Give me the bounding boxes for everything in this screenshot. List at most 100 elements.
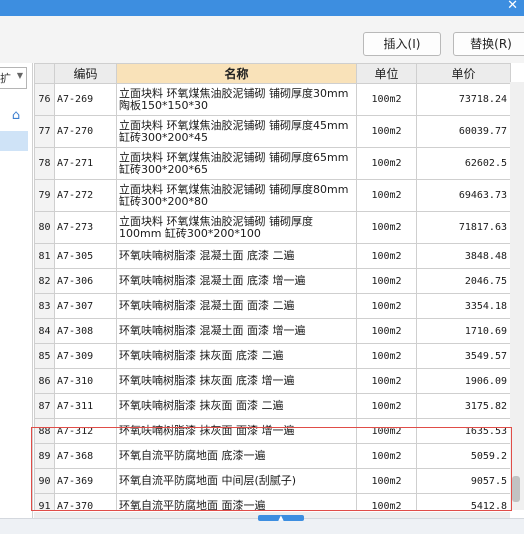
column-header-code[interactable]: 编码 — [54, 63, 117, 84]
insert-button[interactable]: 插入(I) — [363, 32, 441, 56]
row-code: A7-306 — [54, 268, 117, 294]
row-price: 5412.8 — [416, 493, 511, 510]
column-header-name[interactable]: 名称 — [116, 63, 357, 84]
table-row[interactable]: 84 A7-308 环氧呋喃树脂漆 混凝土面 面漆 增一遍 100m2 1710.69 — [34, 318, 511, 344]
row-code: A7-308 — [54, 318, 117, 344]
row-index: 91 — [34, 493, 55, 510]
row-price: 1906.09 — [416, 368, 511, 394]
table-row[interactable]: 91 A7-370 环氧自流平防腐地面 面漆一遍 100m2 5412.8 — [34, 493, 511, 510]
row-price: 71817.63 — [416, 211, 511, 244]
table-row[interactable]: 85 A7-309 环氧呋喃树脂漆 抹灰面 底漆 二遍 100m2 3549.57 — [34, 343, 511, 369]
row-name: 立面块料 环氧煤焦油胶泥铺砌 铺砌厚度80mm 缸砖300*200*80 — [116, 179, 357, 212]
row-code: A7-312 — [54, 418, 117, 444]
row-index: 89 — [34, 443, 55, 469]
row-code: A7-272 — [54, 179, 117, 212]
table-row[interactable]: 88 A7-312 环氧呋喃树脂漆 抹灰面 面漆 增一遍 100m2 1635.53 — [34, 418, 511, 444]
row-price: 69463.73 — [416, 179, 511, 212]
row-index: 84 — [34, 318, 55, 344]
table-row[interactable]: 83 A7-307 环氧呋喃树脂漆 混凝土面 面漆 二遍 100m2 3354.18 — [34, 293, 511, 319]
row-name: 环氧自流平防腐地面 底漆一遍 — [116, 443, 357, 469]
row-name: 环氧呋喃树脂漆 抹灰面 面漆 二遍 — [116, 393, 357, 419]
row-index: 86 — [34, 368, 55, 394]
row-name: 环氧呋喃树脂漆 混凝土面 面漆 增一遍 — [116, 318, 357, 344]
row-index: 87 — [34, 393, 55, 419]
row-unit: 100m2 — [356, 243, 417, 269]
row-name: 环氧呋喃树脂漆 抹灰面 底漆 二遍 — [116, 343, 357, 369]
row-code: A7-269 — [54, 83, 117, 116]
row-index: 81 — [34, 243, 55, 269]
scrollbar-thumb[interactable] — [512, 476, 520, 502]
column-header-index[interactable] — [34, 63, 55, 84]
row-unit: 100m2 — [356, 493, 417, 510]
row-name: 环氧呋喃树脂漆 抹灰面 底漆 增一遍 — [116, 368, 357, 394]
row-name: 环氧呋喃树脂漆 混凝土面 底漆 二遍 — [116, 243, 357, 269]
row-unit: 100m2 — [356, 318, 417, 344]
column-header-price[interactable]: 单价 — [416, 63, 511, 84]
row-price: 3354.18 — [416, 293, 511, 319]
row-index: 83 — [34, 293, 55, 319]
row-unit: 100m2 — [356, 115, 417, 148]
row-unit: 100m2 — [356, 368, 417, 394]
row-code: A7-370 — [54, 493, 117, 510]
row-unit: 100m2 — [356, 83, 417, 116]
row-unit: 100m2 — [356, 179, 417, 212]
row-name: 环氧自流平防腐地面 面漆一遍 — [116, 493, 357, 510]
row-index: 76 — [34, 83, 55, 116]
row-index: 85 — [34, 343, 55, 369]
table-row[interactable]: 80 A7-273 立面块料 环氧煤焦油胶泥铺砌 铺砌厚度100mm 缸砖300*2… — [34, 211, 511, 244]
row-price: 2046.75 — [416, 268, 511, 294]
row-index: 77 — [34, 115, 55, 148]
table-row[interactable]: 78 A7-271 立面块料 环氧煤焦油胶泥铺砌 铺砌厚度65mm 缸砖300*20… — [34, 147, 511, 180]
row-name: 环氧自流平防腐地面 中间层(刮腻子) — [116, 468, 357, 494]
row-unit: 100m2 — [356, 393, 417, 419]
row-price: 3848.48 — [416, 243, 511, 269]
quota-table: 编码 名称 单位 单价 76 A7-269 立面块料 环氧煤焦油胶泥铺砌 铺砌厚度3… — [34, 63, 511, 510]
row-price: 1635.53 — [416, 418, 511, 444]
row-index: 82 — [34, 268, 55, 294]
category-select-value: 扩 — [0, 72, 11, 85]
row-index: 78 — [34, 147, 55, 180]
table-row[interactable]: 81 A7-305 环氧呋喃树脂漆 混凝土面 底漆 二遍 100m2 3848.48 — [34, 243, 511, 269]
table-row[interactable]: 76 A7-269 立面块料 环氧煤焦油胶泥铺砌 铺砌厚度30mm 陶板150*15… — [34, 83, 511, 116]
collapse-handle-icon[interactable]: ▲ — [258, 515, 304, 522]
row-price: 9057.5 — [416, 468, 511, 494]
row-unit: 100m2 — [356, 147, 417, 180]
table-row[interactable]: 90 A7-369 环氧自流平防腐地面 中间层(刮腻子) 100m2 9057.5 — [34, 468, 511, 494]
vertical-scrollbar[interactable] — [510, 82, 524, 510]
row-unit: 100m2 — [356, 293, 417, 319]
close-icon[interactable]: ✕ — [507, 0, 518, 14]
quota-table-area: 编码 名称 单位 单价 76 A7-269 立面块料 环氧煤焦油胶泥铺砌 铺砌厚度3… — [34, 63, 524, 510]
building-icon[interactable]: ⌂ — [8, 108, 24, 124]
row-name: 立面块料 环氧煤焦油胶泥铺砌 铺砌厚度100mm 缸砖300*200*100 — [116, 211, 357, 244]
row-price: 5059.2 — [416, 443, 511, 469]
left-pane: 扩 ▼ ⌂ — [0, 63, 33, 518]
row-price: 62602.5 — [416, 147, 511, 180]
row-name: 立面块料 环氧煤焦油胶泥铺砌 铺砌厚度45mm 缸砖300*200*45 — [116, 115, 357, 148]
row-code: A7-305 — [54, 243, 117, 269]
row-unit: 100m2 — [356, 343, 417, 369]
row-code: A7-311 — [54, 393, 117, 419]
panel-splitter[interactable]: ▲ — [0, 515, 524, 534]
table-row[interactable]: 86 A7-310 环氧呋喃树脂漆 抹灰面 底漆 增一遍 100m2 1906.09 — [34, 368, 511, 394]
selected-tree-item[interactable] — [0, 131, 28, 151]
row-unit: 100m2 — [356, 443, 417, 469]
row-code: A7-273 — [54, 211, 117, 244]
row-price: 1710.69 — [416, 318, 511, 344]
table-row[interactable]: 79 A7-272 立面块料 环氧煤焦油胶泥铺砌 铺砌厚度80mm 缸砖300*20… — [34, 179, 511, 212]
table-row[interactable]: 82 A7-306 环氧呋喃树脂漆 混凝土面 底漆 增一遍 100m2 2046.75 — [34, 268, 511, 294]
table-row[interactable]: 89 A7-368 环氧自流平防腐地面 底漆一遍 100m2 5059.2 — [34, 443, 511, 469]
row-index: 79 — [34, 179, 55, 212]
row-code: A7-307 — [54, 293, 117, 319]
row-index: 80 — [34, 211, 55, 244]
row-price: 60039.77 — [416, 115, 511, 148]
column-header-unit[interactable]: 单位 — [356, 63, 417, 84]
replace-button[interactable]: 替换(R) — [453, 32, 524, 56]
row-unit: 100m2 — [356, 418, 417, 444]
category-select[interactable]: 扩 ▼ — [0, 67, 27, 89]
row-unit: 100m2 — [356, 211, 417, 244]
table-row[interactable]: 87 A7-311 环氧呋喃树脂漆 抹灰面 面漆 二遍 100m2 3175.82 — [34, 393, 511, 419]
row-code: A7-271 — [54, 147, 117, 180]
row-unit: 100m2 — [356, 468, 417, 494]
table-row[interactable]: 77 A7-270 立面块料 环氧煤焦油胶泥铺砌 铺砌厚度45mm 缸砖300*20… — [34, 115, 511, 148]
row-name: 立面块料 环氧煤焦油胶泥铺砌 铺砌厚度30mm 陶板150*150*30 — [116, 83, 357, 116]
